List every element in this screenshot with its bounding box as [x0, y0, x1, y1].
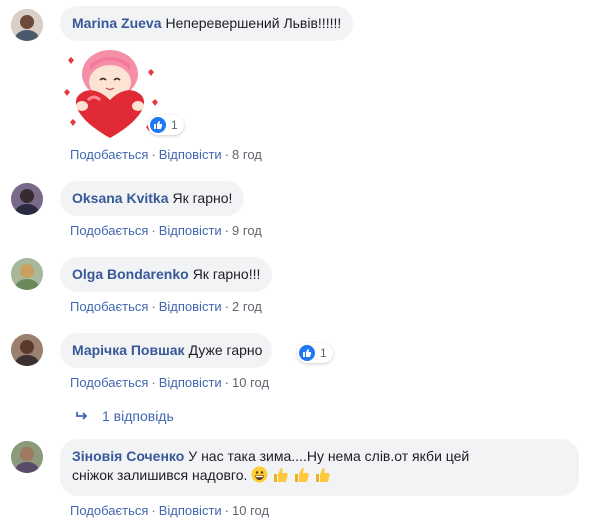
comment-actions: Подобається · Відповісти · 2 год — [70, 299, 262, 314]
view-replies-label: 1 відповідь — [102, 408, 174, 424]
timestamp[interactable]: 9 год — [232, 223, 262, 238]
comment-author[interactable]: Oksana Kvitka — [72, 190, 169, 206]
comment-author[interactable]: Marina Zueva — [72, 15, 161, 31]
like-link[interactable]: Подобається — [70, 503, 148, 518]
comment-author[interactable]: Olga Bondarenko — [72, 266, 189, 282]
comment-bubble: Marina Zueva Неперевершений Львів!!!!!! — [60, 6, 354, 41]
avatar[interactable] — [11, 441, 43, 473]
avatar[interactable] — [11, 334, 43, 366]
separator-dot: · — [224, 375, 230, 390]
avatar-photo — [11, 183, 43, 215]
separator-dot: · — [224, 147, 230, 162]
comment-actions: Подобається · Відповісти · 8 год — [70, 147, 262, 162]
sticker — [58, 42, 162, 146]
comment-text-line-1: У нас така зима....Ну нема слів.от якби … — [188, 448, 470, 464]
like-link[interactable]: Подобається — [70, 299, 148, 314]
comment-text-line-2: сніжок залишився надовго. — [72, 467, 248, 483]
timestamp[interactable]: 10 год — [232, 375, 269, 390]
reaction-count[interactable]: 1 — [148, 115, 184, 135]
like-icon — [150, 117, 166, 133]
comment-text: Неперевершений Львів!!!!!! — [165, 15, 342, 31]
avatar-photo — [11, 258, 43, 290]
comment-bubble: Марічка Повшак Дуже гарно — [60, 333, 273, 368]
separator-dot: · — [151, 223, 156, 238]
timestamp[interactable]: 10 год — [232, 503, 269, 518]
avatar-photo — [11, 441, 43, 473]
thumbs-up-icon — [293, 466, 310, 485]
separator-dot: · — [151, 147, 156, 162]
reply-link[interactable]: Відповісти — [159, 223, 222, 238]
comment-text: Дуже гарно — [188, 342, 263, 358]
separator-dot: · — [151, 503, 156, 518]
comment-actions: Подобається · Відповісти · 10 год — [70, 503, 269, 518]
reply-arrow-icon — [76, 408, 90, 424]
reply-link[interactable]: Відповісти — [159, 147, 222, 162]
avatar[interactable] — [11, 183, 43, 215]
comment-text: Як гарно!!! — [192, 266, 261, 282]
timestamp[interactable]: 2 год — [232, 299, 262, 314]
comment-author[interactable]: Зіновія Соченко — [72, 448, 184, 464]
like-icon — [299, 345, 315, 361]
avatar[interactable] — [11, 258, 43, 290]
separator-dot: · — [224, 223, 230, 238]
avatar[interactable] — [11, 9, 43, 41]
comment-text: Як гарно! — [172, 190, 233, 206]
comment-bubble: Oksana Kvitka Як гарно! — [60, 181, 245, 216]
like-link[interactable]: Подобається — [70, 375, 148, 390]
grinning-face-icon — [251, 466, 268, 485]
comment-bubble: Зіновія Соченко У нас така зима....Ну нем… — [60, 439, 579, 496]
separator-dot: · — [224, 503, 230, 518]
thumbs-up-icon — [314, 466, 331, 485]
reaction-count-value: 1 — [320, 346, 327, 360]
comment-actions: Подобається · Відповісти · 10 год — [70, 375, 269, 390]
view-replies-link[interactable]: 1 відповідь — [76, 408, 174, 424]
emoji-row — [251, 466, 331, 485]
reaction-count[interactable]: 1 — [297, 343, 333, 363]
avatar-photo — [11, 9, 43, 41]
thumbs-up-icon — [272, 466, 289, 485]
separator-dot: · — [151, 299, 156, 314]
reaction-count-value: 1 — [171, 118, 178, 132]
reply-link[interactable]: Відповісти — [159, 503, 222, 518]
separator-dot: · — [151, 375, 156, 390]
like-link[interactable]: Подобається — [70, 223, 148, 238]
reply-link[interactable]: Відповісти — [159, 299, 222, 314]
avatar-photo — [11, 334, 43, 366]
timestamp[interactable]: 8 год — [232, 147, 262, 162]
comment-actions: Подобається · Відповісти · 9 год — [70, 223, 262, 238]
separator-dot: · — [224, 299, 230, 314]
comment-author[interactable]: Марічка Повшак — [72, 342, 185, 358]
reply-link[interactable]: Відповісти — [159, 375, 222, 390]
comment-bubble: Olga Bondarenko Як гарно!!! — [60, 257, 273, 292]
like-link[interactable]: Подобається — [70, 147, 148, 162]
